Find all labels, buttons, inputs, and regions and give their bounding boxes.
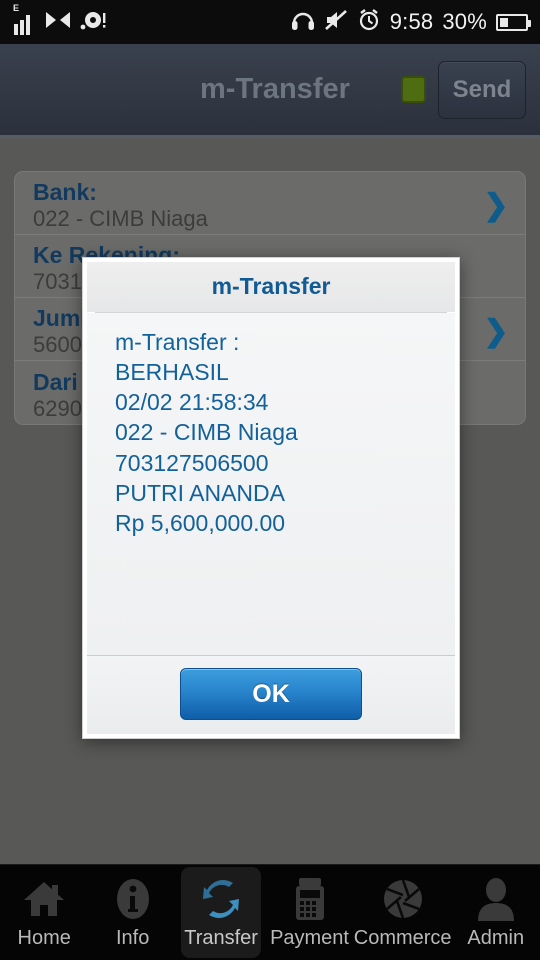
tab-commerce[interactable]: Commerce	[354, 865, 452, 960]
payment-terminal-icon	[287, 876, 333, 922]
dialog-line: m-Transfer :	[115, 329, 240, 355]
tab-label: Commerce	[353, 926, 452, 949]
tab-label: Home	[17, 926, 71, 949]
bow-tie-icon	[45, 10, 71, 35]
tab-label: Info	[115, 926, 150, 949]
info-icon	[110, 876, 156, 922]
battery-percent-label: 30%	[442, 9, 487, 34]
person-icon	[473, 876, 519, 922]
bottom-navigation: Home Info Transfer Payment Commerce Admi…	[0, 864, 540, 960]
dialog-line: BERHASIL	[115, 359, 229, 386]
status-indicator	[401, 76, 426, 103]
clock-time: 9:58	[389, 9, 434, 34]
tab-label: Transfer	[184, 926, 258, 949]
app-header: m-Transfer Send	[0, 44, 540, 138]
network-type-label: E	[13, 2, 20, 13]
dialog-header: m-Transfer	[87, 262, 455, 312]
ok-button[interactable]: OK	[180, 668, 362, 720]
dialog-line: 02/02 21:58:34	[115, 389, 269, 416]
alarm-clock-icon	[357, 8, 381, 37]
status-bar: E 9:58 30%	[0, 0, 540, 44]
status-bar-left: E	[13, 3, 106, 35]
disc-icon	[80, 10, 106, 35]
tab-admin[interactable]: Admin	[452, 865, 540, 960]
status-bar-right: 9:58 30%	[291, 8, 531, 37]
dialog-body: m-Transfer : BERHASIL 02/02 21:58:34 022…	[87, 313, 455, 655]
dialog-line: Rp 5,600,000.00	[115, 509, 286, 536]
dialog-footer: OK	[87, 655, 455, 734]
send-button[interactable]: Send	[438, 60, 526, 119]
form-row-bank[interactable]: Bank: 022 - CIMB Niaga ❯	[15, 172, 525, 235]
mute-icon	[324, 9, 348, 36]
tab-label: Admin	[467, 926, 525, 949]
battery-icon	[496, 13, 531, 31]
home-icon	[21, 876, 67, 922]
signal-bars-icon: E	[13, 3, 36, 35]
dialog-line: 022 - CIMB Niaga	[115, 419, 298, 446]
tab-home[interactable]: Home	[0, 865, 88, 960]
form-row-label: Bank:	[33, 179, 97, 206]
tab-transfer[interactable]: Transfer	[177, 865, 265, 960]
tab-info[interactable]: Info	[88, 865, 176, 960]
aperture-icon	[380, 876, 426, 922]
page-title: m-Transfer	[200, 73, 350, 105]
headphones-icon	[291, 9, 315, 36]
tab-payment[interactable]: Payment	[265, 865, 353, 960]
dialog-title: m-Transfer	[211, 273, 331, 299]
dialog-line: PUTRI ANANDA	[115, 479, 285, 506]
tab-label: Payment	[270, 926, 349, 949]
chevron-right-icon[interactable]: ❯	[483, 317, 509, 347]
transfer-icon	[198, 876, 244, 922]
chevron-right-icon[interactable]: ❯	[483, 191, 509, 221]
confirmation-dialog: m-Transfer m-Transfer : BERHASIL 02/02 2…	[82, 257, 460, 739]
form-row-value: 022 - CIMB Niaga	[33, 206, 208, 232]
dialog-line: 703127506500	[115, 449, 269, 476]
